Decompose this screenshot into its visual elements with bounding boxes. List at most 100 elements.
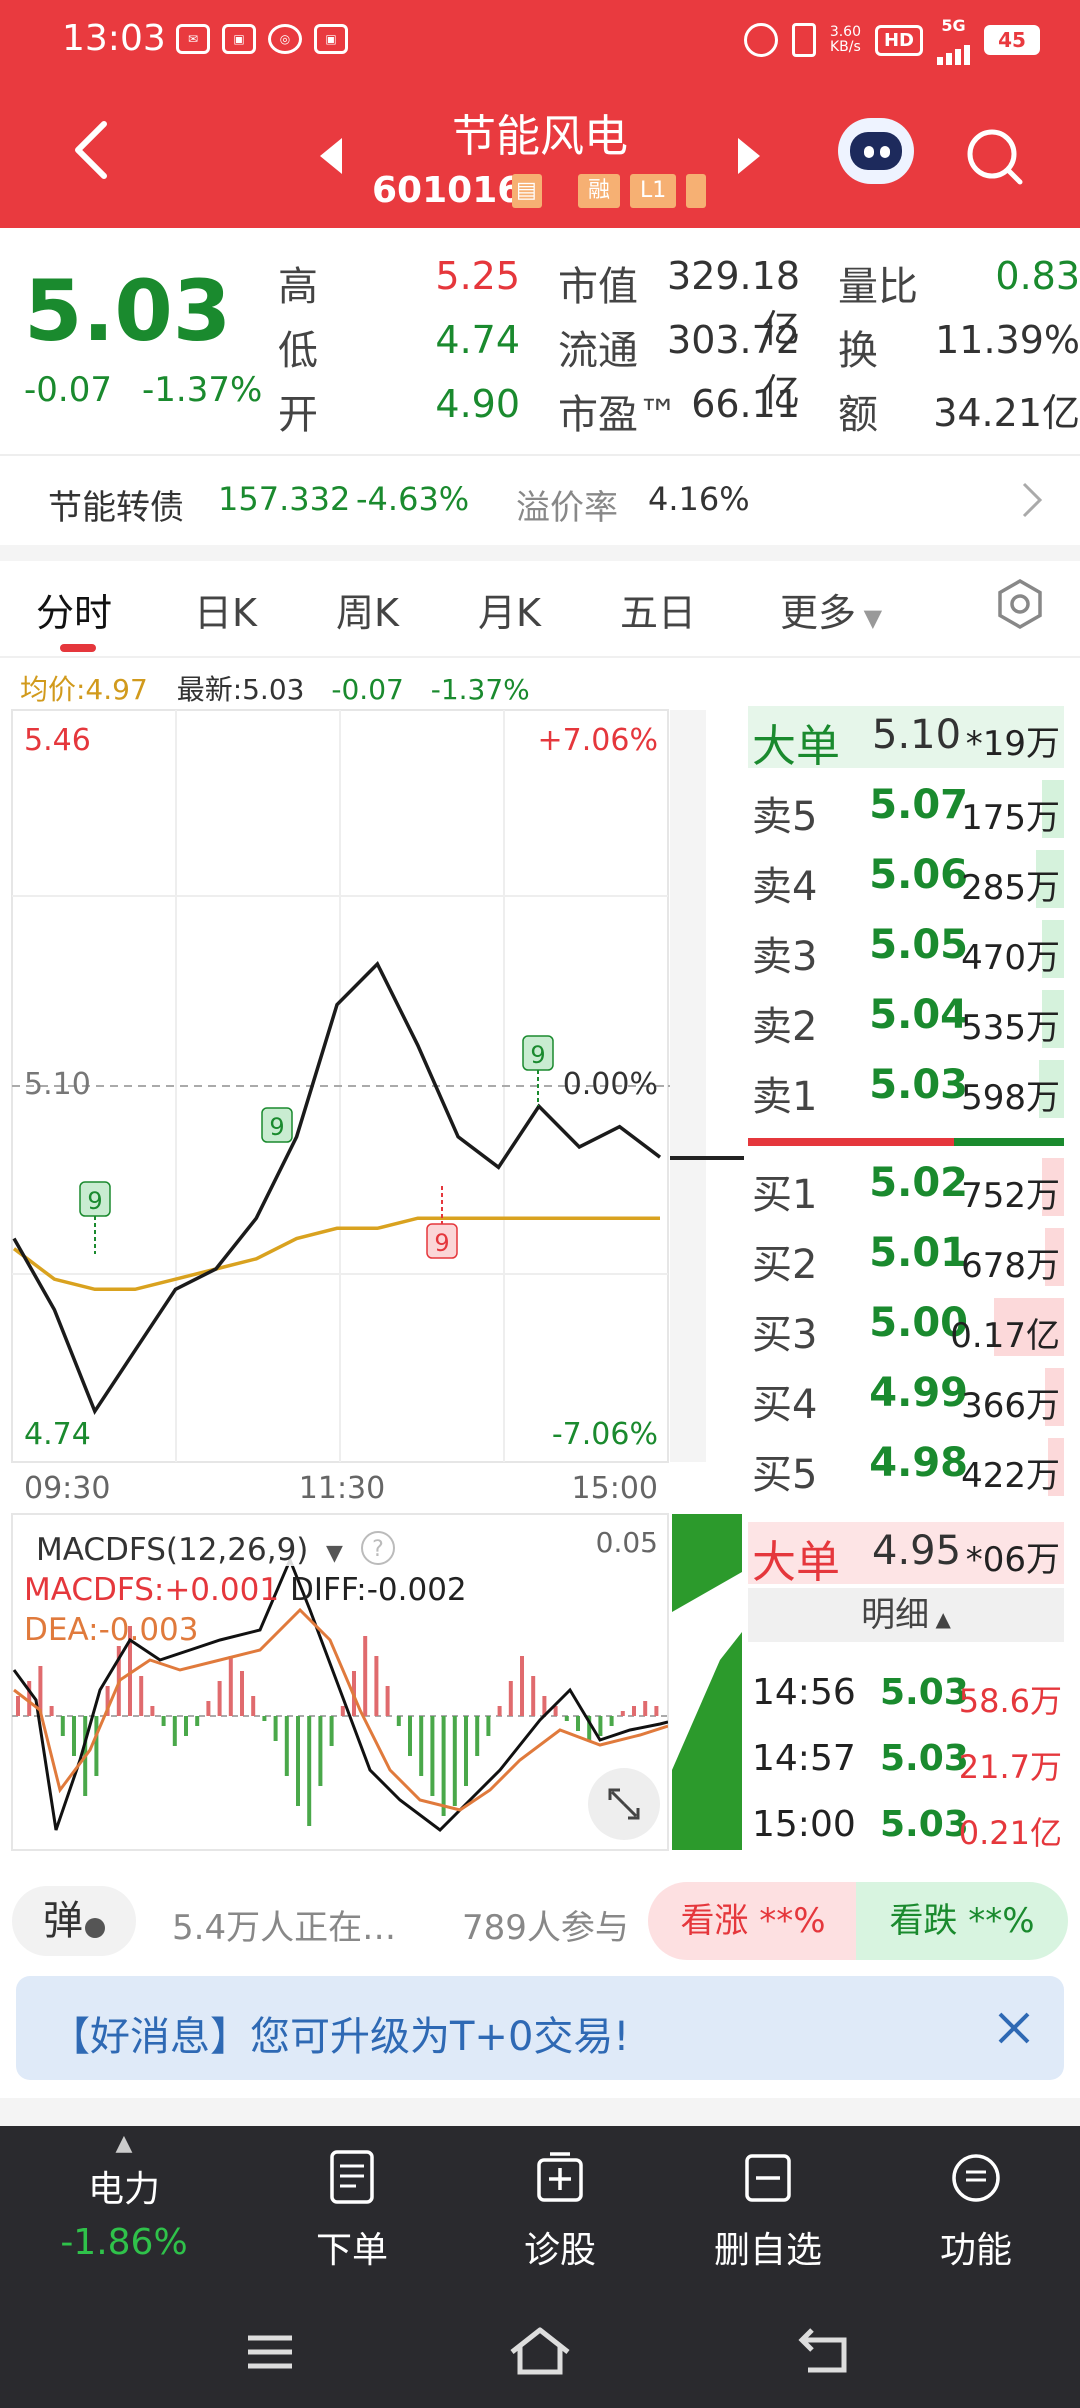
macd-bar — [195, 1716, 200, 1726]
next-stock-icon[interactable] — [738, 138, 760, 174]
home-icon[interactable] — [508, 2326, 572, 2376]
bid-volume: 422万 — [961, 1456, 1060, 1496]
ask-volume: 470万 — [961, 938, 1060, 978]
macd-bar — [441, 1716, 446, 1816]
macd-title[interactable]: MACDFS(12,26,9) — [36, 1532, 308, 1568]
ask-label: 卖5 — [752, 794, 818, 840]
functions-button[interactable]: 功能 — [896, 2150, 1056, 2273]
bid-label: 买3 — [752, 1312, 818, 1358]
vol-ratio-label: 量比 — [838, 264, 918, 310]
status-time: 13:03 — [62, 18, 166, 59]
legend-pct: -1.37% — [430, 673, 530, 706]
macd-bar — [430, 1716, 435, 1796]
last-price: 5.03 — [24, 262, 232, 360]
macd-bar — [497, 1706, 502, 1716]
system-navigation-bar — [0, 2296, 1080, 2408]
bid-volume: 752万 — [961, 1176, 1060, 1216]
bid-level-row[interactable]: 买5 4.98 422万 — [748, 1434, 1064, 1500]
diagnose-icon — [537, 2152, 583, 2202]
ask-volume: 598万 — [961, 1078, 1060, 1118]
back-nav-icon[interactable] — [798, 2326, 850, 2376]
macd-bar — [598, 1716, 603, 1736]
big-sell-row[interactable]: 大单 5.10 *19万 — [748, 706, 1064, 772]
close-icon[interactable] — [994, 2008, 1034, 2048]
bid-level-row[interactable]: 买2 5.01 678万 — [748, 1224, 1064, 1290]
barrage-toggle-button[interactable]: 弹 — [12, 1886, 136, 1956]
macd-bar — [49, 1706, 54, 1716]
ask-volume: 535万 — [961, 1008, 1060, 1048]
big-buy-row[interactable]: 大单 4.95 *06万 — [748, 1522, 1064, 1588]
tab-intraday[interactable]: 分时 — [36, 582, 112, 637]
bid-label: 买2 — [752, 1242, 818, 1288]
turnover-value: 11.39% — [935, 318, 1080, 362]
avg-price-line — [12, 1216, 660, 1292]
macd-bar — [161, 1716, 166, 1726]
bid-level-row[interactable]: 买3 5.00 0.17亿 — [748, 1294, 1064, 1360]
prev-stock-icon[interactable] — [320, 138, 342, 174]
ask-level-row[interactable]: 卖2 5.04 535万 — [748, 986, 1064, 1052]
bearish-vote-button[interactable]: 看跌 **% — [856, 1882, 1068, 1960]
assistant-robot-icon[interactable] — [838, 118, 914, 184]
macd-bar — [251, 1696, 256, 1716]
time-label-close: 15:00 — [572, 1471, 658, 1506]
tab-weekly-k[interactable]: 周K — [336, 582, 399, 637]
ask-level-row[interactable]: 卖4 5.06 285万 — [748, 846, 1064, 912]
news-app-icon: ▣ — [222, 24, 256, 54]
ask-level-row[interactable]: 卖5 5.07 175万 — [748, 776, 1064, 842]
time-label-midday: 11:30 — [299, 1471, 385, 1506]
back-icon[interactable] — [70, 120, 110, 180]
premium-value: 4.16% — [648, 480, 750, 518]
menu-icon[interactable] — [246, 2332, 294, 2372]
macd-bar — [206, 1701, 211, 1716]
net-speed: 3.60 KB/s — [829, 24, 861, 55]
y-axis-mid-pct: 0.00% — [563, 1067, 658, 1102]
chart-settings-icon[interactable] — [994, 578, 1046, 630]
macd-bar — [363, 1636, 368, 1716]
bid-pressure-bar — [954, 1138, 1064, 1146]
tab-daily-k[interactable]: 日K — [194, 582, 257, 637]
bid-label: 买5 — [752, 1452, 818, 1498]
participant-count: 789人参与 — [462, 1908, 629, 1948]
remove-favorite-button[interactable]: 删自选 — [688, 2150, 848, 2273]
promo-text[interactable]: 【好消息】您可升级为T+0交易! — [50, 2004, 629, 2062]
ask-level-row[interactable]: 卖1 5.03 598万 — [748, 1056, 1064, 1122]
mktcap-label: 市值 — [558, 264, 638, 310]
bid-volume: 0.17亿 — [950, 1316, 1060, 1356]
macd-value: MACDFS:+0.001 — [24, 1572, 279, 1608]
news-app-icon-2: ▣ — [314, 24, 348, 54]
macd-bar — [609, 1716, 614, 1726]
ask-label: 卖3 — [752, 934, 818, 980]
pe-value: 66.11 — [691, 382, 800, 426]
ask-volume: 285万 — [961, 868, 1060, 908]
bullish-vote-button[interactable]: 看涨 **% — [648, 1882, 858, 1960]
y-axis-high: 5.46 — [24, 723, 91, 758]
place-order-button[interactable]: 下单 — [272, 2150, 432, 2273]
tab-monthly-k[interactable]: 月K — [478, 582, 541, 637]
macd-top-value: 0.05 — [596, 1526, 658, 1559]
diff-value: DIFF:-0.002 — [290, 1572, 467, 1608]
trade-detail-toggle[interactable]: 明细 ▲ — [748, 1588, 1064, 1642]
bid-level-row[interactable]: 买4 4.99 366万 — [748, 1364, 1064, 1430]
bid-level-row[interactable]: 买1 5.02 752万 — [748, 1154, 1064, 1220]
vibrate-icon — [791, 23, 816, 57]
svg-text:9: 9 — [434, 1229, 449, 1257]
search-icon[interactable] — [964, 126, 1024, 186]
tab-five-day[interactable]: 五日 — [620, 582, 696, 637]
ask-level-row[interactable]: 卖3 5.05 470万 — [748, 916, 1064, 982]
macd-bar — [273, 1716, 278, 1741]
diagnose-stock-button[interactable]: 诊股 — [480, 2150, 640, 2273]
convertible-bond-row[interactable]: 节能转债 157.332 -4.63% 溢价率 4.16% — [0, 454, 1080, 550]
legend-change: -0.07 — [331, 673, 404, 706]
sector-index-button[interactable]: ▲ 电力 -1.86% — [44, 2132, 204, 2264]
tab-more[interactable]: 更多 ▼ — [780, 582, 882, 637]
macd-bar — [374, 1656, 379, 1716]
amount-label: 额 — [838, 392, 878, 438]
bid-volume: 678万 — [961, 1246, 1060, 1286]
bid-label: 买4 — [752, 1382, 818, 1428]
macd-bar — [318, 1716, 323, 1786]
robot-eye — [880, 146, 890, 158]
macd-bar — [262, 1716, 267, 1721]
macd-dropdown-icon[interactable]: ▼ — [326, 1541, 343, 1566]
macd-bar — [307, 1716, 312, 1826]
macd-bar — [643, 1701, 648, 1716]
